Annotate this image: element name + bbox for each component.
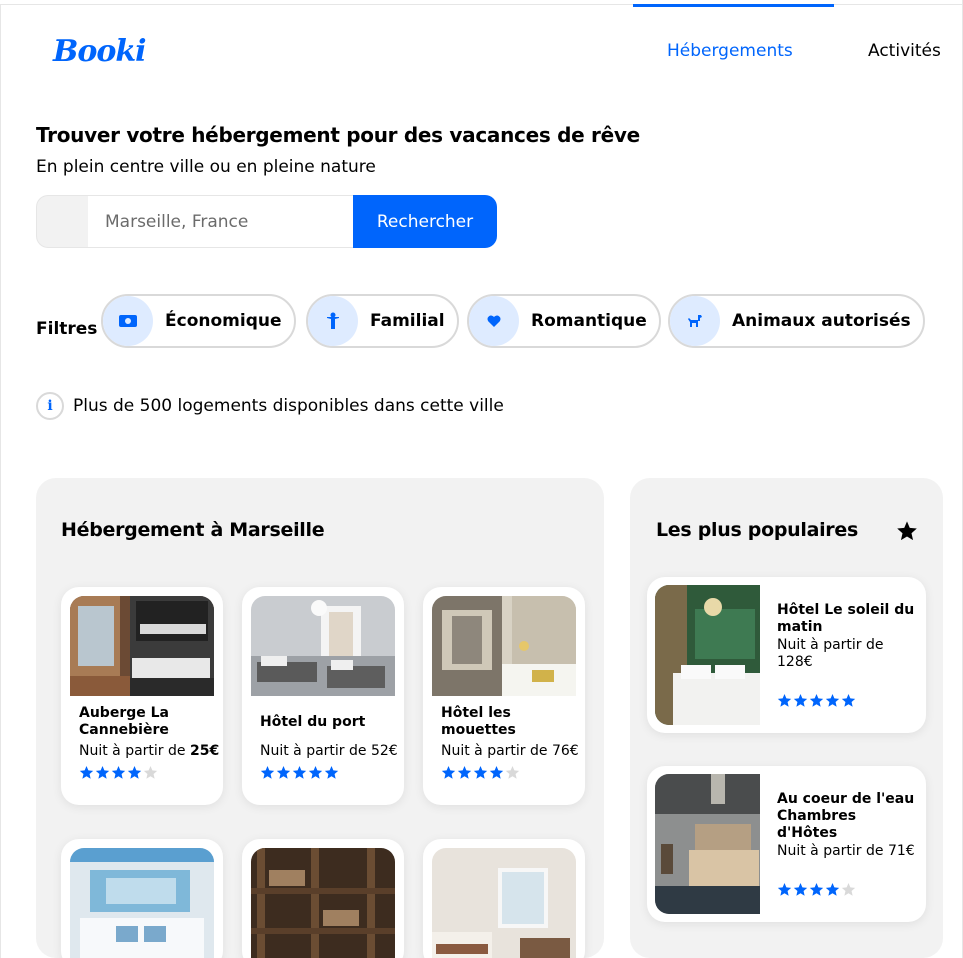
lodging-photo xyxy=(432,848,576,958)
star-filled-icon xyxy=(793,882,808,896)
heart-icon xyxy=(469,296,519,346)
lodging-card[interactable] xyxy=(423,839,585,958)
rating-stars xyxy=(777,693,856,708)
star-filled-icon xyxy=(324,765,339,779)
popular-card[interactable]: Au coeur de l'eau Chambres d'Hôtes Nuit … xyxy=(647,766,926,922)
lodgings-panel: Hébergement à Marseille Auberge La Canne… xyxy=(36,478,604,958)
price-value: 71€ xyxy=(887,843,915,859)
star-filled-icon xyxy=(292,765,307,779)
filters-label: Filtres xyxy=(36,319,98,339)
star-filled-icon xyxy=(79,765,94,779)
info-text: Plus de 500 logements disponibles dans c… xyxy=(73,396,504,416)
star-filled-icon xyxy=(809,693,824,707)
star-filled-icon xyxy=(95,765,110,779)
lodging-card[interactable]: Auberge La Cannebière Nuit à partir de 2… xyxy=(61,587,223,805)
star-filled-icon xyxy=(809,882,824,896)
rating-stars xyxy=(423,759,585,780)
star-filled-icon xyxy=(276,765,291,779)
popular-panel: Les plus populaires Hôtel Le soleil du m… xyxy=(630,478,943,958)
info-line: i Plus de 500 logements disponibles dans… xyxy=(36,392,504,420)
star-filled-icon xyxy=(841,693,856,707)
popular-price: Nuit à partir de 128€ xyxy=(777,637,916,671)
star-filled-icon xyxy=(457,765,472,779)
lodging-name: Auberge La Cannebière xyxy=(79,705,169,738)
lodging-card[interactable]: Hôtel du port Nuit à partir de 52€ xyxy=(242,587,404,805)
rating-stars xyxy=(61,759,223,780)
price-value: 25€ xyxy=(189,743,220,759)
filter-chip-label: Animaux autorisés xyxy=(732,311,911,331)
lodging-price: Nuit à partir de 25€ xyxy=(61,739,223,759)
lodging-name: Hôtel du port xyxy=(260,713,366,730)
rating-stars xyxy=(777,882,856,897)
lodging-card[interactable]: Hôtel les mouettes Nuit à partir de 76€ xyxy=(423,587,585,805)
nav-item-activites[interactable]: Activités xyxy=(868,41,941,61)
filter-chip-label: Économique xyxy=(165,311,282,331)
filter-chip-economique[interactable]: Économique xyxy=(101,294,296,348)
money-icon xyxy=(103,296,153,346)
popular-card[interactable]: Hôtel Le soleil du matin Nuit à partir d… xyxy=(647,577,926,733)
filter-chip-animaux[interactable]: Animaux autorisés xyxy=(668,294,925,348)
search-input[interactable] xyxy=(88,195,353,248)
search-icon xyxy=(36,195,88,248)
hero-title: Trouver votre hébergement pour des vacan… xyxy=(36,123,640,147)
search-bar: Rechercher xyxy=(36,195,497,248)
lodgings-title: Hébergement à Marseille xyxy=(61,519,325,541)
price-prefix: Nuit à partir de xyxy=(777,637,884,653)
price-prefix: Nuit à partir de xyxy=(79,743,190,759)
star-filled-icon xyxy=(260,765,275,779)
star-filled-icon xyxy=(127,765,142,779)
price-value: 128€ xyxy=(777,654,813,670)
star-empty-icon xyxy=(143,765,158,779)
star-filled-icon xyxy=(825,882,840,896)
star-filled-icon xyxy=(473,765,488,779)
star-filled-icon xyxy=(777,882,792,896)
info-icon: i xyxy=(36,392,64,420)
lodging-photo xyxy=(432,596,576,696)
lodging-price: Nuit à partir de 52€ xyxy=(242,739,404,759)
star-icon xyxy=(897,521,917,541)
nav-item-hebergements[interactable]: Hébergements xyxy=(667,41,793,61)
star-empty-icon xyxy=(841,882,856,896)
logo[interactable]: Booki xyxy=(53,34,147,69)
star-filled-icon xyxy=(489,765,504,779)
price-prefix: Nuit à partir de xyxy=(441,743,552,759)
popular-photo xyxy=(655,585,760,725)
lodging-photo xyxy=(70,848,214,958)
star-filled-icon xyxy=(308,765,323,779)
star-filled-icon xyxy=(441,765,456,779)
lodging-card[interactable] xyxy=(61,839,223,958)
hero-subtitle: En plein centre ville ou en pleine natur… xyxy=(36,157,376,177)
price-value: 52€ xyxy=(370,743,398,759)
lodging-photo xyxy=(70,596,214,696)
filter-chip-romantique[interactable]: Romantique xyxy=(467,294,661,348)
filter-chip-familial[interactable]: Familial xyxy=(306,294,459,348)
lodging-photo xyxy=(251,848,395,958)
popular-photo xyxy=(655,774,760,914)
popular-name: Au coeur de l'eau Chambres d'Hôtes xyxy=(777,791,915,841)
star-filled-icon xyxy=(793,693,808,707)
dog-icon xyxy=(670,296,720,346)
lodging-card[interactable] xyxy=(242,839,404,958)
star-filled-icon xyxy=(111,765,126,779)
filter-chip-label: Romantique xyxy=(531,311,647,331)
lodging-name: Hôtel les mouettes xyxy=(441,705,516,738)
lodging-photo xyxy=(251,596,395,696)
rating-stars xyxy=(242,759,404,780)
popular-title: Les plus populaires xyxy=(656,519,858,541)
price-prefix: Nuit à partir de xyxy=(777,843,888,859)
search-button[interactable]: Rechercher xyxy=(353,195,497,248)
filter-chip-label: Familial xyxy=(370,311,445,331)
price-value: 76€ xyxy=(551,743,579,759)
nav-active-indicator xyxy=(633,4,834,7)
popular-price: Nuit à partir de 71€ xyxy=(777,843,916,860)
price-prefix: Nuit à partir de xyxy=(260,743,371,759)
star-filled-icon xyxy=(777,693,792,707)
lodging-price: Nuit à partir de 76€ xyxy=(423,739,585,759)
star-empty-icon xyxy=(505,765,520,779)
popular-name: Hôtel Le soleil du matin xyxy=(777,602,915,635)
star-filled-icon xyxy=(825,693,840,707)
child-icon xyxy=(308,296,358,346)
